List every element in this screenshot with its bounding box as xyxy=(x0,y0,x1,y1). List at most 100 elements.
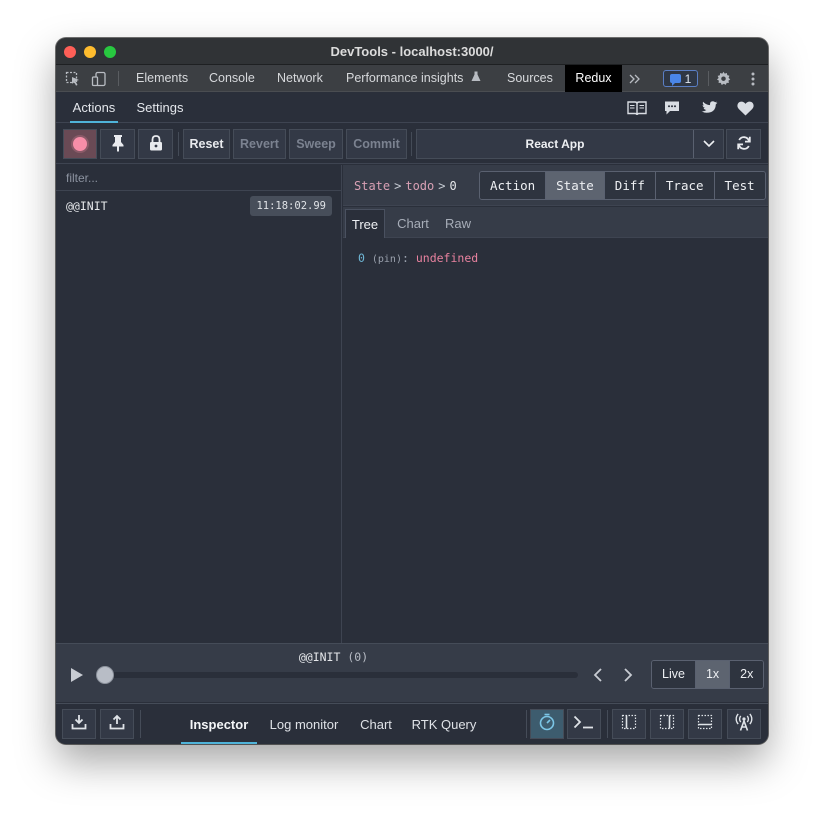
tab-performance-insights[interactable]: Performance insights xyxy=(346,65,481,92)
chat-icon[interactable] xyxy=(661,98,683,118)
breadcrumb-root[interactable]: State xyxy=(354,179,390,193)
bottom-separator xyxy=(140,710,141,738)
export-icon xyxy=(109,714,125,735)
tab-raw[interactable]: Raw xyxy=(441,209,475,238)
lock-button[interactable] xyxy=(138,129,173,159)
action-toolbar: Reset Revert Sweep Commit React App xyxy=(56,124,768,164)
inspector-header: State > todo >0 Action State Diff Trace Tes… xyxy=(343,165,768,206)
message-icon xyxy=(669,74,681,86)
window-title: DevTools - localhost:3000/ xyxy=(330,44,494,59)
play-icon[interactable] xyxy=(70,667,86,685)
tab-chart[interactable]: Chart xyxy=(390,209,436,238)
element-picker-icon[interactable] xyxy=(62,65,84,92)
tab-settings[interactable]: Settings xyxy=(130,93,190,123)
breadcrumb-item-current: 0 xyxy=(449,179,457,193)
devtools-window: DevTools - localhost:3000/ Elements Cons… xyxy=(56,38,768,744)
playback-speed-group: Live 1x 2x xyxy=(651,660,765,689)
slider-handle[interactable] xyxy=(96,666,114,684)
reset-button[interactable]: Reset xyxy=(183,129,230,159)
gear-icon[interactable] xyxy=(712,65,734,92)
timeline-slider-bar: @@INIT (0) Live 1x 2x xyxy=(56,643,768,702)
tab-chart-monitor[interactable]: Chart xyxy=(353,704,399,742)
breadcrumb-separator: > xyxy=(394,179,402,193)
chevron-down-icon xyxy=(693,130,723,158)
tab-diff[interactable]: Diff xyxy=(604,172,656,199)
issues-badge[interactable]: 1 xyxy=(663,70,698,87)
kebab-menu-icon[interactable] xyxy=(742,65,764,92)
title-bar: DevTools - localhost:3000/ xyxy=(56,38,768,65)
inspector-mode-tabs: Action State Diff Trace Test xyxy=(479,171,766,200)
tab-state[interactable]: State xyxy=(546,172,605,199)
tree-node-key: 0 xyxy=(358,251,365,265)
tab-test[interactable]: Test xyxy=(714,172,765,199)
action-name: @@INIT xyxy=(66,199,108,213)
import-icon xyxy=(71,714,87,735)
inspector-pane: State > todo >0 Action State Diff Trace Tes… xyxy=(343,165,768,643)
chevron-right-icon[interactable] xyxy=(622,668,636,682)
speed-1x-button[interactable]: 1x xyxy=(695,661,731,688)
chevron-left-icon[interactable] xyxy=(592,668,606,682)
tab-inspector[interactable]: Inspector xyxy=(181,704,257,744)
action-list-item[interactable]: @@INIT 11:18:02.99 xyxy=(56,193,342,219)
breadcrumb-item-todo[interactable]: todo xyxy=(405,179,434,193)
speed-live-button[interactable]: Live xyxy=(652,661,696,688)
tab-network[interactable]: Network xyxy=(277,65,323,92)
tab-action[interactable]: Action xyxy=(480,172,547,199)
tab-elements[interactable]: Elements xyxy=(136,65,188,92)
import-button[interactable] xyxy=(62,709,96,739)
twitter-icon[interactable] xyxy=(698,98,720,118)
toolbar-separator xyxy=(411,132,412,156)
dock-bottom-button[interactable] xyxy=(688,709,722,739)
lock-icon xyxy=(149,134,163,154)
slider-action-index: (0) xyxy=(347,650,369,664)
revert-button[interactable]: Revert xyxy=(233,129,286,159)
book-icon[interactable] xyxy=(626,98,648,118)
slider-action-name: @@INIT xyxy=(298,650,341,664)
issues-count: 1 xyxy=(684,71,692,86)
record-button[interactable] xyxy=(63,129,97,159)
timer-icon xyxy=(538,713,556,736)
slider-current-action: @@INIT (0) xyxy=(56,650,611,664)
bottom-separator xyxy=(526,710,527,738)
tab-separator xyxy=(118,71,119,86)
more-tabs-chevron-icon[interactable] xyxy=(624,65,646,92)
dock-right-button[interactable] xyxy=(650,709,684,739)
broadcast-icon xyxy=(734,713,754,736)
bottom-separator xyxy=(607,710,608,738)
speed-2x-button[interactable]: 2x xyxy=(730,661,764,688)
tab-tree[interactable]: Tree xyxy=(345,209,385,238)
terminal-icon xyxy=(573,715,595,734)
dock-left-icon xyxy=(621,714,637,735)
tab-log-monitor[interactable]: Log monitor xyxy=(262,704,346,742)
tab-separator xyxy=(708,71,709,86)
redux-header: Actions Settings xyxy=(56,93,768,123)
tab-trace[interactable]: Trace xyxy=(655,172,715,199)
sync-button[interactable] xyxy=(726,129,761,159)
tab-rtk-query[interactable]: RTK Query xyxy=(406,704,482,742)
device-toolbar-icon[interactable] xyxy=(88,65,110,92)
heart-icon[interactable] xyxy=(734,98,756,118)
tab-sources[interactable]: Sources xyxy=(507,65,553,92)
tab-console[interactable]: Console xyxy=(209,65,255,92)
pin-button[interactable] xyxy=(100,129,135,159)
sweep-button[interactable]: Sweep xyxy=(289,129,343,159)
toolbar-separator xyxy=(178,132,179,156)
dock-left-button[interactable] xyxy=(612,709,646,739)
filter-input[interactable]: filter... xyxy=(56,165,342,191)
persist-state-button[interactable] xyxy=(530,709,564,739)
remote-button[interactable] xyxy=(727,709,761,739)
instance-select[interactable]: React App xyxy=(416,129,724,159)
commit-button[interactable]: Commit xyxy=(346,129,407,159)
tree-node-value: undefined xyxy=(415,251,479,265)
tree-node-pin[interactable]: (pin) xyxy=(372,254,402,265)
export-button[interactable] xyxy=(100,709,134,739)
action-timestamp-badge[interactable]: 11:18:02.99 xyxy=(250,196,332,216)
tree-node-colon: : xyxy=(401,251,409,265)
tab-redux[interactable]: Redux xyxy=(565,65,622,92)
action-list-pane: filter... @@INIT 11:18:02.99 xyxy=(56,165,342,643)
dispatcher-button[interactable] xyxy=(567,709,601,739)
tree-node[interactable]: 0 (pin): undefined xyxy=(358,251,478,265)
dock-right-icon xyxy=(659,714,675,735)
tab-actions[interactable]: Actions xyxy=(64,93,124,123)
slider-track[interactable] xyxy=(98,672,578,678)
